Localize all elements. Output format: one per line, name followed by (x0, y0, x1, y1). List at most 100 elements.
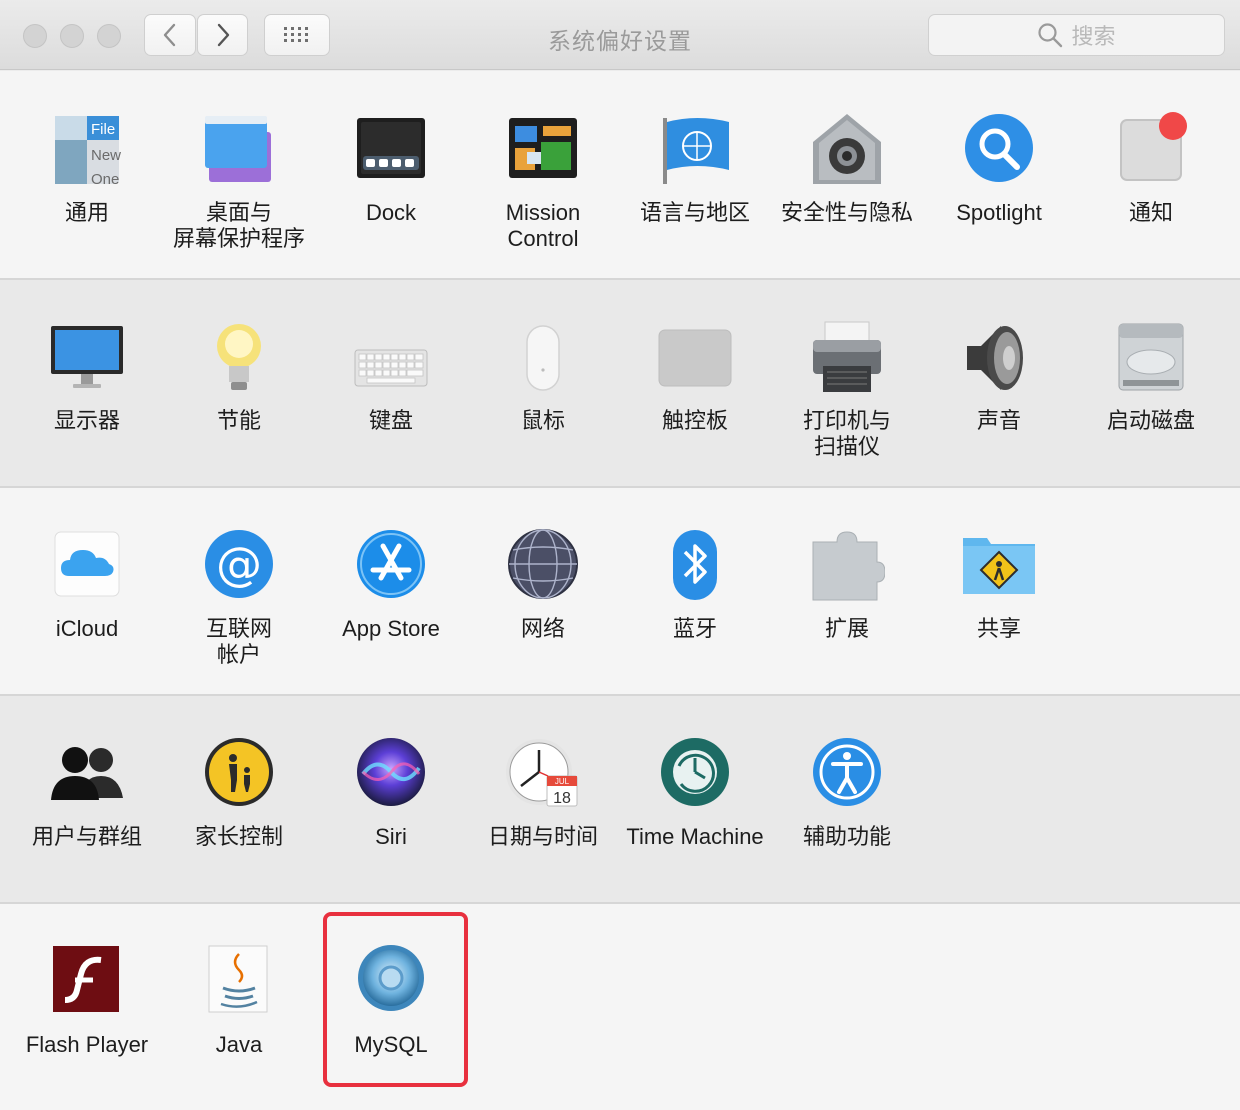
printers-scanners-icon (809, 320, 885, 396)
pref-label: 显示器 (53, 408, 120, 433)
parental-controls-icon (201, 736, 277, 812)
back-button[interactable] (144, 14, 196, 56)
sharing-icon (961, 528, 1037, 604)
network-icon (505, 528, 581, 604)
show-all-button[interactable] (264, 14, 330, 56)
security-privacy-icon (809, 112, 885, 188)
chevron-left-icon (163, 23, 176, 47)
pref-label: 节能 (216, 408, 261, 433)
icloud-icon (49, 528, 125, 604)
pref-mission-control[interactable]: Mission Control (467, 112, 619, 252)
pref-startup-disk[interactable]: 启动磁盘 (1075, 320, 1227, 434)
pref-notifications[interactable]: 通知 (1075, 112, 1227, 226)
pref-label: 语言与地区 (639, 200, 750, 225)
mouse-icon (505, 320, 581, 396)
pref-label: 蓝牙 (672, 616, 717, 641)
startup-disk-icon (1113, 320, 1189, 396)
pref-app-store[interactable]: App Store (315, 528, 467, 642)
pref-sharing[interactable]: 共享 (923, 528, 1075, 642)
pref-icloud[interactable]: iCloud (11, 528, 163, 642)
pref-label: 声音 (976, 408, 1021, 433)
pref-sound[interactable]: 声音 (923, 320, 1075, 434)
pref-time-machine[interactable]: Time Machine (619, 736, 771, 850)
search-placeholder: 搜索 (1071, 24, 1116, 49)
pref-printers-scanners[interactable]: 打印机与 扫描仪 (771, 320, 923, 460)
mysql-highlight-box (323, 912, 468, 1087)
zoom-window-button[interactable] (97, 24, 121, 48)
pref-general[interactable]: File New One 通用 (11, 112, 163, 226)
pref-displays[interactable]: 显示器 (11, 320, 163, 434)
pref-users-groups[interactable]: 用户与群组 (11, 736, 163, 850)
pref-mouse[interactable]: 鼠标 (467, 320, 619, 434)
sound-icon (961, 320, 1037, 396)
pref-accessibility[interactable]: 辅助功能 (771, 736, 923, 850)
spotlight-icon (961, 112, 1037, 188)
pref-flash-player[interactable]: Flash Player (11, 944, 163, 1058)
pref-label: 打印机与 扫描仪 (802, 408, 891, 459)
calendar-day-text: 18 (553, 790, 571, 807)
internet-accounts-icon: @ (201, 528, 277, 604)
general-icon-text-file: File (91, 121, 115, 138)
energy-saver-icon (201, 320, 277, 396)
pref-label: Flash Player (25, 1032, 149, 1057)
general-icon-text-one: One (91, 171, 119, 188)
pref-label: 用户与群组 (31, 824, 142, 849)
pref-internet-accounts[interactable]: @ 互联网 帐户 (163, 528, 315, 668)
pref-security-privacy[interactable]: 安全性与隐私 (771, 112, 923, 226)
close-window-button[interactable] (23, 24, 47, 48)
pref-bluetooth[interactable]: 蓝牙 (619, 528, 771, 642)
pref-label: 安全性与隐私 (780, 200, 913, 225)
pref-label: 共享 (976, 616, 1021, 641)
pref-dock[interactable]: Dock (315, 112, 467, 226)
pref-label: 触控板 (661, 408, 728, 433)
pref-label: 日期与时间 (487, 824, 598, 849)
pref-siri[interactable]: Siri (315, 736, 467, 850)
search-field[interactable]: 搜索 (928, 14, 1225, 56)
pref-label: 家长控制 (194, 824, 283, 849)
general-icon-text-new: New (91, 147, 121, 164)
accessibility-icon (809, 736, 885, 812)
minimize-window-button[interactable] (60, 24, 84, 48)
bluetooth-icon (657, 528, 733, 604)
pref-label: Time Machine (626, 824, 764, 849)
mission-control-icon (505, 112, 581, 188)
pref-label: 键盘 (368, 408, 413, 433)
notifications-icon (1113, 112, 1189, 188)
svg-text:@: @ (216, 537, 262, 591)
pref-extensions[interactable]: 扩展 (771, 528, 923, 642)
date-time-icon: JUL 18 (505, 736, 581, 812)
pref-label: 桌面与 屏幕保护程序 (172, 200, 305, 251)
extensions-icon (809, 528, 885, 604)
forward-button[interactable] (197, 14, 248, 56)
calendar-month-text: JUL (555, 777, 570, 786)
pref-label: 辅助功能 (802, 824, 891, 849)
pref-trackpad[interactable]: 触控板 (619, 320, 771, 434)
pref-label: Siri (375, 824, 407, 849)
pref-label: 通用 (64, 200, 109, 225)
pref-desktop-screensaver[interactable]: 桌面与 屏幕保护程序 (163, 112, 315, 252)
general-icon: File New One (49, 112, 125, 188)
pref-label: App Store (342, 616, 440, 641)
flash-player-icon (49, 944, 125, 1020)
window-toolbar: 系统偏好设置 搜索 (0, 0, 1240, 70)
language-region-icon (657, 112, 733, 188)
pref-label: Java (215, 1032, 263, 1057)
search-icon (1038, 23, 1063, 48)
pref-spotlight[interactable]: Spotlight (923, 112, 1075, 226)
pref-date-time[interactable]: JUL 18 日期与时间 (467, 736, 619, 850)
pref-label: Mission Control (505, 200, 581, 251)
pref-keyboard[interactable]: 键盘 (315, 320, 467, 434)
trackpad-icon (657, 320, 733, 396)
pref-language-region[interactable]: 语言与地区 (619, 112, 771, 226)
time-machine-icon (657, 736, 733, 812)
pref-energy-saver[interactable]: 节能 (163, 320, 315, 434)
pref-label: 鼠标 (520, 408, 565, 433)
siri-icon (353, 736, 429, 812)
grid-icon (284, 27, 308, 42)
pref-java[interactable]: Java (163, 944, 315, 1058)
chevron-right-icon (217, 23, 229, 47)
keyboard-icon (353, 320, 429, 396)
pref-parental-controls[interactable]: 家长控制 (163, 736, 315, 850)
pref-network[interactable]: 网络 (467, 528, 619, 642)
pref-label: 通知 (1128, 200, 1173, 225)
